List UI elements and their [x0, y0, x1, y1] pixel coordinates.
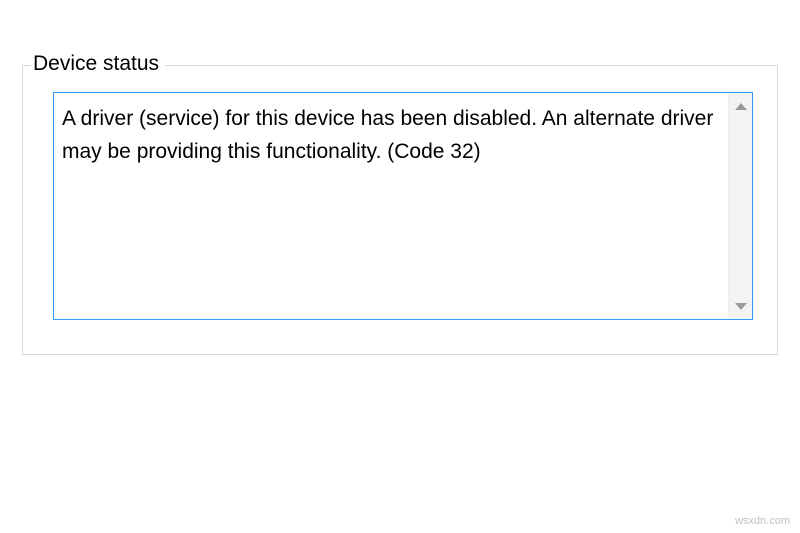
scroll-down-button[interactable]: [729, 293, 752, 319]
vertical-scrollbar[interactable]: [728, 93, 752, 319]
chevron-down-icon: [735, 303, 747, 310]
scroll-up-button[interactable]: [729, 93, 752, 119]
device-status-textbox[interactable]: A driver (service) for this device has b…: [53, 92, 753, 320]
chevron-up-icon: [735, 103, 747, 110]
group-label: Device status: [31, 52, 165, 76]
device-status-text: A driver (service) for this device has b…: [62, 103, 722, 168]
watermark-text: wsxdn.com: [735, 515, 790, 527]
device-status-group: Device status A driver (service) for thi…: [22, 65, 778, 355]
